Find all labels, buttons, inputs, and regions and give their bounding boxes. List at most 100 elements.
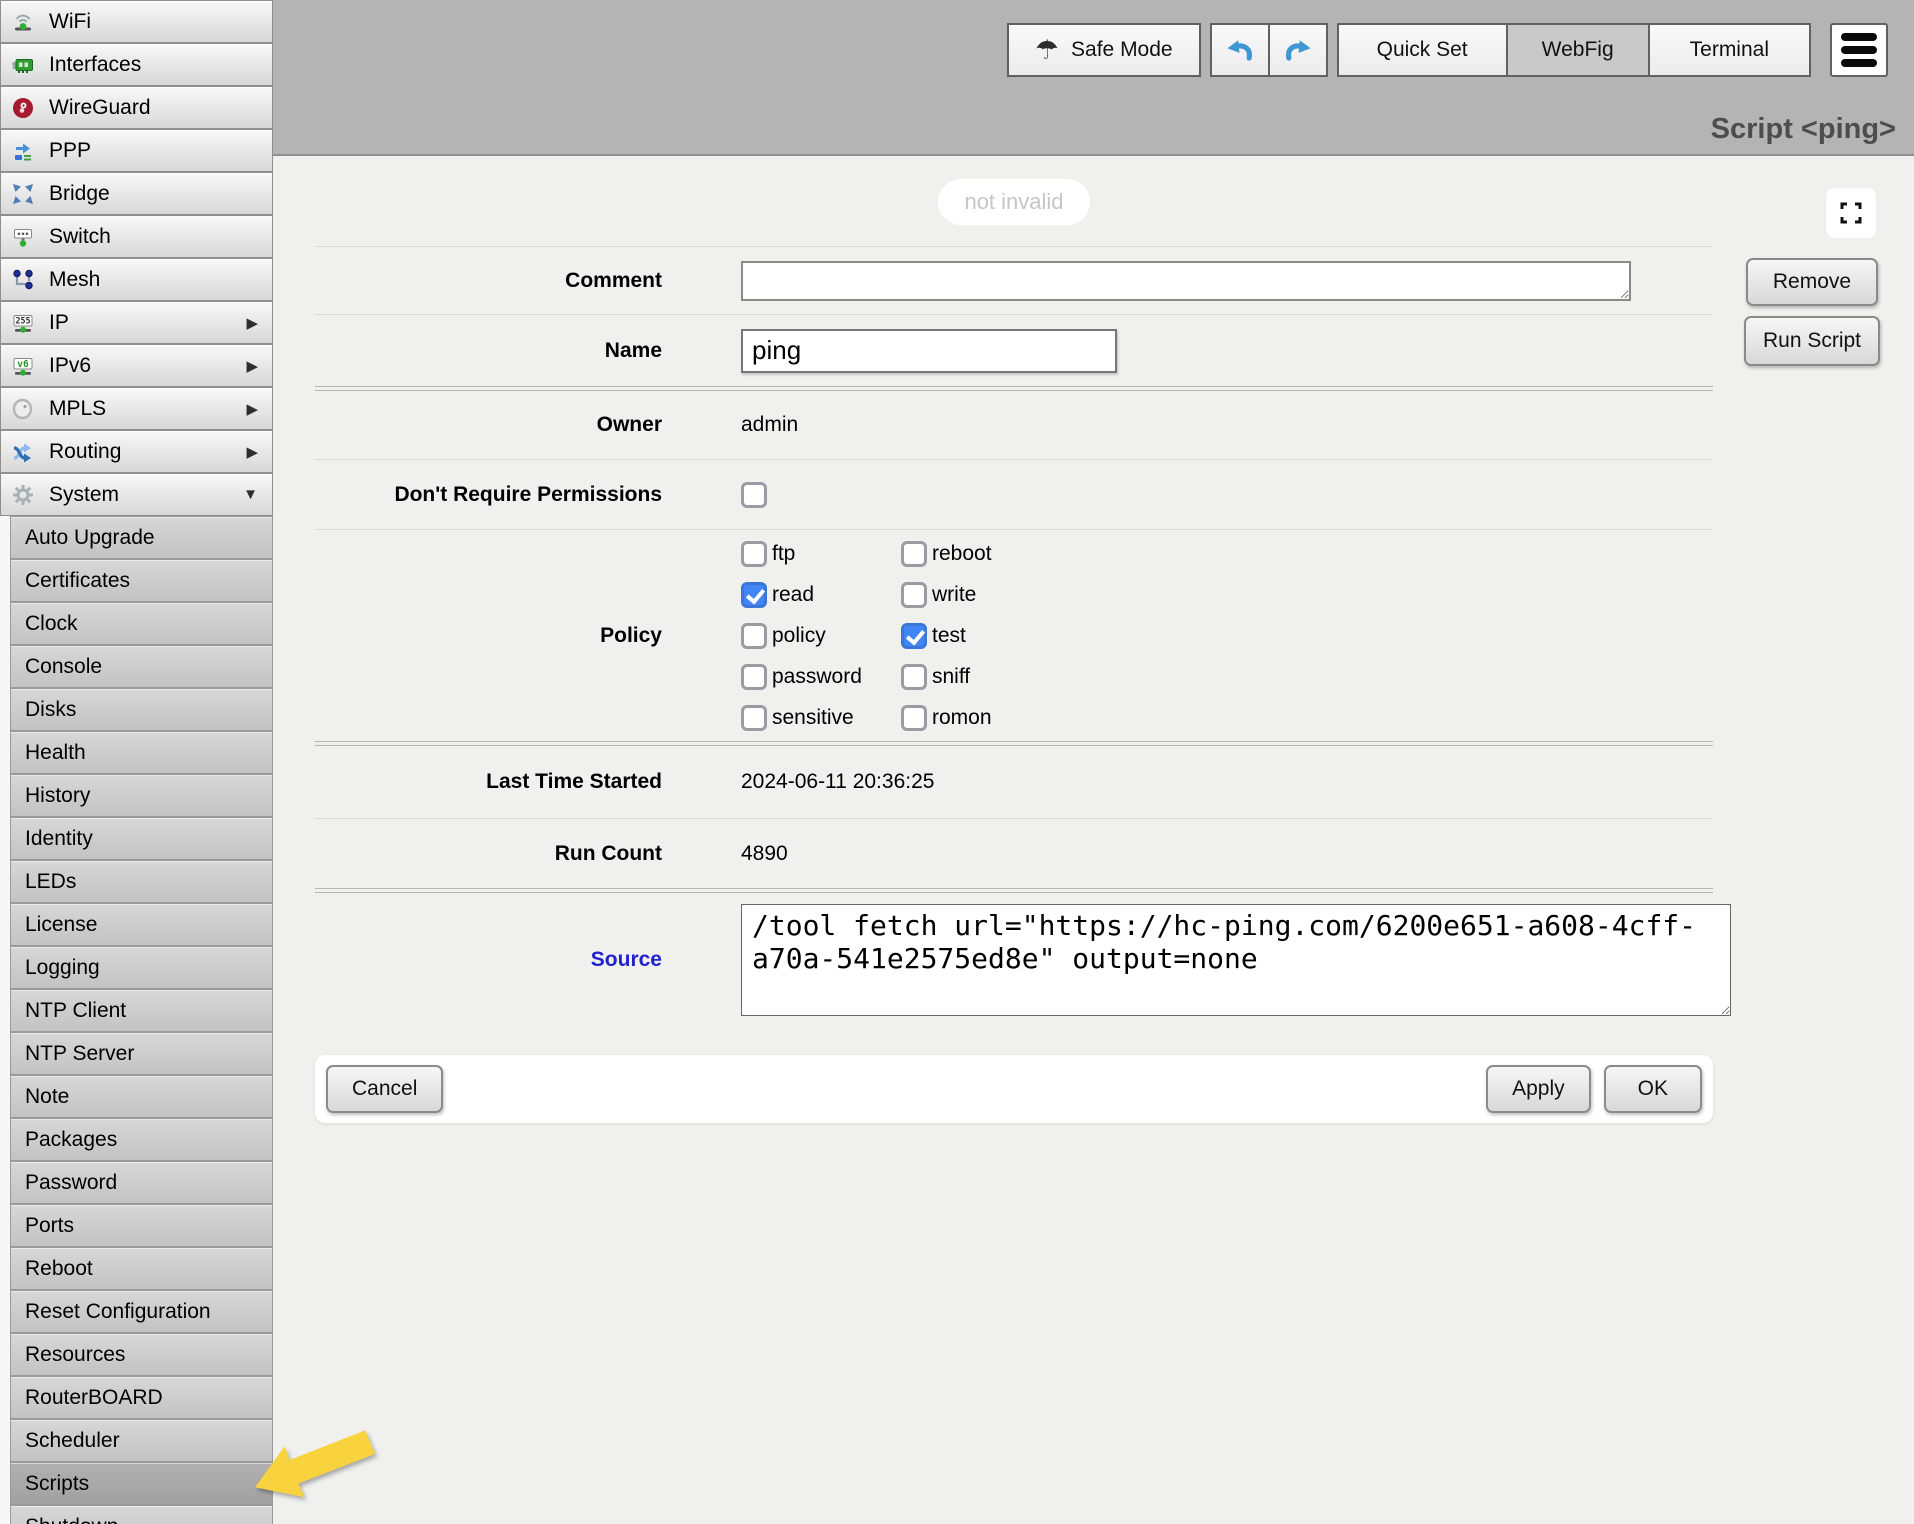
sidebar-item-label: PPP [49,139,91,163]
sidebar-item-label: MPLS [49,397,106,421]
sidebar-item-disks[interactable]: Disks [10,688,273,731]
sidebar-item-label: System [49,483,119,507]
last-time-started-row: Last Time Started 2024-06-11 20:36:25 [315,746,1713,818]
source-row: Source /tool fetch url="https://hc-ping.… [315,893,1713,1027]
sidebar-item-reset-configuration[interactable]: Reset Configuration [10,1290,273,1333]
form-action-bar: Cancel Apply OK [315,1055,1713,1123]
sidebar-item-mpls[interactable]: MPLS ▶ [0,387,273,430]
sidebar-item-reboot[interactable]: Reboot [10,1247,273,1290]
dont-require-permissions-row: Don't Require Permissions [315,459,1713,529]
sidebar-item-ports[interactable]: Ports [10,1204,273,1247]
policy-label: Policy [315,624,711,648]
sidebar-item-wireguard[interactable]: WireGuard [0,86,273,129]
sidebar-item-mesh[interactable]: Mesh [0,258,273,301]
source-input[interactable]: /tool fetch url="https://hc-ping.com/620… [741,904,1731,1016]
sidebar-item-logging[interactable]: Logging [10,946,273,989]
sidebar-item-auto-upgrade[interactable]: Auto Upgrade [10,516,273,559]
ip-icon: 255 [9,309,37,337]
webfig-app: ☂ Safe Mode Quick Set WebFig Terminal [0,0,1914,1524]
sidebar-item-wifi[interactable]: WiFi [0,0,273,43]
sidebar-item-password[interactable]: Password [10,1161,273,1204]
policy-password-checkbox[interactable] [741,664,767,690]
svg-text:255: 255 [15,316,30,326]
mpls-icon [9,395,37,423]
comment-input[interactable] [741,261,1631,301]
policy-romon-checkbox[interactable] [901,705,927,731]
ppp-icon [9,137,37,165]
remove-button[interactable]: Remove [1746,258,1878,306]
svg-text:v6: v6 [17,359,29,370]
sidebar-item-ip[interactable]: 255 IP ▶ [0,301,273,344]
wireguard-icon [9,94,37,122]
policy-test-checkbox[interactable] [901,623,927,649]
chevron-right-icon: ▶ [246,357,258,375]
sidebar-item-label: Interfaces [49,53,141,77]
tab-terminal[interactable]: Terminal [1648,23,1811,77]
sidebar-item-license[interactable]: License [10,903,273,946]
sidebar-item-leds[interactable]: LEDs [10,860,273,903]
routing-icon [9,438,37,466]
sidebar-item-certificates[interactable]: Certificates [10,559,273,602]
policy-sensitive-checkbox[interactable] [741,705,767,731]
sidebar-item-scheduler[interactable]: Scheduler [10,1419,273,1462]
run-script-button[interactable]: Run Script [1744,316,1880,366]
policy-checkbox-grid: ftp reboot read write policy test passwo… [741,533,992,738]
fullscreen-button[interactable] [1826,188,1876,238]
undo-button[interactable] [1210,23,1270,77]
dont-require-permissions-checkbox[interactable] [741,482,767,508]
sidebar-item-shutdown[interactable]: Shutdown [10,1505,273,1524]
mode-tabs: Quick Set WebFig Terminal [1337,23,1811,77]
sidebar-item-resources[interactable]: Resources [10,1333,273,1376]
name-input[interactable] [741,329,1117,373]
sidebar-item-label: Bridge [49,182,110,206]
sidebar-item-ppp[interactable]: PPP [0,129,273,172]
sidebar-item-label: Routing [49,440,121,464]
redo-button[interactable] [1268,23,1328,77]
policy-read-checkbox[interactable] [741,582,767,608]
sidebar-item-switch[interactable]: Switch [0,215,273,258]
sidebar-item-routerboard[interactable]: RouterBOARD [10,1376,273,1419]
last-time-started-label: Last Time Started [315,770,711,794]
sidebar-item-packages[interactable]: Packages [10,1118,273,1161]
safe-mode-button[interactable]: ☂ Safe Mode [1007,23,1201,77]
cancel-button[interactable]: Cancel [326,1065,443,1113]
sidebar-item-history[interactable]: History [10,774,273,817]
sidebar-item-interfaces[interactable]: Interfaces [0,43,273,86]
sidebar-item-label: WireGuard [49,96,151,120]
sidebar-item-console[interactable]: Console [10,645,273,688]
sidebar-item-identity[interactable]: Identity [10,817,273,860]
ok-button[interactable]: OK [1604,1065,1702,1113]
sidebar-item-clock[interactable]: Clock [10,602,273,645]
fullscreen-brackets-icon [1837,199,1865,227]
hamburger-menu-icon[interactable] [1830,23,1888,77]
sidebar-item-ipv6[interactable]: v6 IPv6 ▶ [0,344,273,387]
mesh-icon [9,266,37,294]
tab-quick-set[interactable]: Quick Set [1337,23,1508,77]
undo-redo-group [1210,23,1328,77]
sidebar-item-ntp-client[interactable]: NTP Client [10,989,273,1032]
sidebar-item-label: Mesh [49,268,100,292]
last-time-started-value: 2024-06-11 20:36:25 [741,770,934,794]
policy-policy-checkbox[interactable] [741,623,767,649]
name-row: Name [315,314,1713,386]
sidebar-item-note[interactable]: Note [10,1075,273,1118]
owner-row: Owner admin [315,391,1713,459]
redo-arrow-icon [1282,34,1314,66]
sidebar-item-ntp-server[interactable]: NTP Server [10,1032,273,1075]
tab-webfig[interactable]: WebFig [1506,23,1650,77]
sidebar-item-label: Switch [49,225,111,249]
sidebar-item-health[interactable]: Health [10,731,273,774]
owner-value: admin [741,413,798,437]
sidebar-item-routing[interactable]: Routing ▶ [0,430,273,473]
sidebar-item-system[interactable]: System ▼ [0,473,273,516]
chevron-right-icon: ▶ [246,443,258,461]
policy-reboot-checkbox[interactable] [901,541,927,567]
apply-button[interactable]: Apply [1486,1065,1591,1113]
policy-write-checkbox[interactable] [901,582,927,608]
sidebar-item-scripts[interactable]: Scripts [10,1462,273,1505]
policy-sniff-checkbox[interactable] [901,664,927,690]
sidebar: WiFi Interfaces WireGuard PPP Bridge Swi… [0,0,273,1524]
sidebar-item-bridge[interactable]: Bridge [0,172,273,215]
policy-ftp-checkbox[interactable] [741,541,767,567]
top-toolbar: ☂ Safe Mode Quick Set WebFig Terminal [1007,23,1888,77]
